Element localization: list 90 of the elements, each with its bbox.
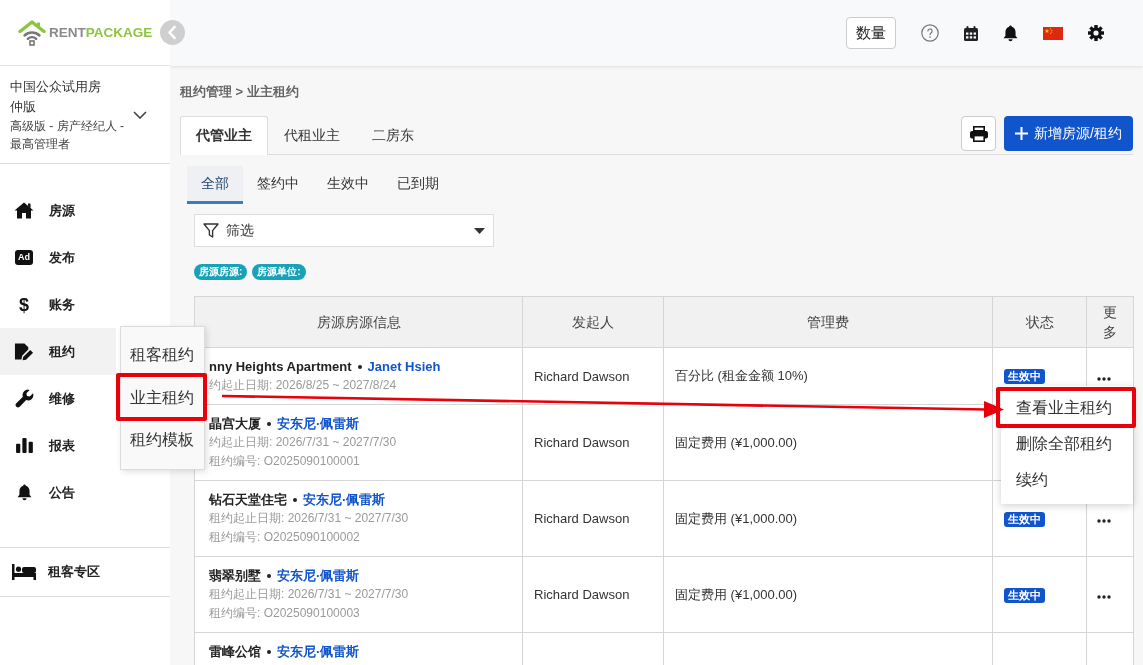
help-icon[interactable] xyxy=(921,24,939,42)
calendar-icon[interactable] xyxy=(964,25,978,41)
more-icon[interactable] xyxy=(1097,519,1111,523)
separator-dot-icon xyxy=(267,573,271,578)
new-listing-button[interactable]: 新增房源/租约 xyxy=(1004,116,1133,151)
owner-link[interactable]: 安东尼·佩雷斯 xyxy=(277,642,360,661)
chevron-down-icon[interactable] xyxy=(133,110,147,119)
more-icon[interactable] xyxy=(1097,376,1111,381)
initiator-name: Richard Dawson xyxy=(534,587,630,602)
breadcrumb: 租约管理 > 业主租约 xyxy=(180,83,300,101)
contract-number: 租约编号: O2025090100001 xyxy=(209,454,360,468)
settings-icon[interactable] xyxy=(1088,25,1104,41)
contract-number: 租约编号: O2025090100002 xyxy=(209,530,360,544)
status-tab[interactable]: 已到期 xyxy=(383,166,453,204)
sidebar-item[interactable]: 维修 xyxy=(0,375,116,422)
status-tab[interactable]: 生效中 xyxy=(313,166,383,204)
wrench-icon xyxy=(14,389,34,408)
document-pen-icon xyxy=(14,342,34,361)
sidebar-item[interactable]: $ 账务 xyxy=(0,281,116,328)
property-name: 翡翠别墅 xyxy=(209,567,261,585)
owner-link[interactable]: Janet Hsieh xyxy=(367,357,441,376)
menu-item[interactable]: 查看业主租约 xyxy=(1001,390,1133,426)
tag: 房源房源: xyxy=(194,264,248,280)
house-icon xyxy=(14,202,34,219)
status-tab[interactable]: 签约中 xyxy=(243,166,313,204)
status-badge: 生效中 xyxy=(1004,587,1045,603)
sidebar-item[interactable]: 租约 xyxy=(0,328,116,375)
property-name: 雷峰公馆 xyxy=(209,643,261,661)
bar-chart-icon xyxy=(15,438,33,453)
management-fee: 固定费用 (¥1,000.00) xyxy=(675,586,798,602)
initiator-name: Richard Dawson xyxy=(534,511,630,526)
plus-icon xyxy=(1015,127,1029,140)
tab[interactable]: 二房东 xyxy=(356,116,430,154)
column-header: 房源房源信息 xyxy=(194,296,523,348)
separator-dot-icon xyxy=(357,364,362,369)
filter-select[interactable]: 筛选 xyxy=(194,214,494,247)
print-button[interactable] xyxy=(961,116,997,151)
initiator-name: Richard Dawson xyxy=(534,368,630,384)
status-tab[interactable]: 全部 xyxy=(187,166,243,204)
lease-dates: 约起止日期: 2026/7/31 ~ 2027/7/30 xyxy=(209,435,397,449)
sidebar-item[interactable]: Ad 发布 xyxy=(0,234,116,281)
separator-dot-icon xyxy=(267,649,271,654)
property-name: 钻石天堂住宅 xyxy=(209,491,287,509)
column-header: 发起人 xyxy=(522,296,664,348)
property-name: 晶宫大厦 xyxy=(209,415,261,433)
sidebar-item[interactable]: 报表 xyxy=(0,422,116,469)
menu-item[interactable]: 续约 xyxy=(1001,462,1133,498)
dollar-icon: $ xyxy=(19,294,29,315)
column-header: 管理费 xyxy=(663,296,993,348)
house-wifi-icon xyxy=(18,19,46,46)
sidebar-item[interactable]: 公告 xyxy=(0,469,116,516)
caret-down-icon xyxy=(474,227,485,234)
status-badge: 生效中 xyxy=(1004,511,1045,527)
tab[interactable]: 代租业主 xyxy=(268,116,356,154)
menu-item[interactable]: 删除全部租约 xyxy=(1001,426,1133,462)
separator-dot-icon xyxy=(267,421,271,426)
management-fee: 固定费用 (¥1,000.00) xyxy=(675,510,798,526)
count-button[interactable]: 数量 xyxy=(846,17,896,49)
bell-icon xyxy=(16,484,32,501)
separator-dot-icon xyxy=(293,497,297,502)
submenu-item[interactable]: 租约模板 xyxy=(121,419,204,462)
property-name: nny Heights Apartment xyxy=(209,358,352,376)
lease-dates: 租约起止日期: 2026/7/31 ~ 2027/7/30 xyxy=(209,587,409,601)
tab[interactable]: 代管业主 xyxy=(180,116,268,155)
contract-number: 租约编号: O2025090100003 xyxy=(209,606,360,620)
ad-icon: Ad xyxy=(15,250,33,265)
status-badge: 生效中 xyxy=(1004,369,1045,384)
owner-link[interactable]: 安东尼·佩雷斯 xyxy=(277,414,360,433)
more-icon[interactable] xyxy=(1097,595,1111,599)
management-fee: 固定费用 (¥1,000.00) xyxy=(675,434,798,450)
column-header: 更多 xyxy=(1086,296,1134,348)
sidebar-item[interactable]: 房源 xyxy=(0,187,116,234)
filter-icon xyxy=(203,223,219,238)
bell-icon[interactable] xyxy=(1003,24,1018,42)
logo-text: RENTPACKAGE xyxy=(49,25,153,40)
column-header: 状态 xyxy=(992,296,1087,348)
account-name: 中国公众试用房仲版 xyxy=(10,77,102,116)
sidebar-item[interactable]: 租客专区 xyxy=(0,547,170,597)
lease-dates: 约起止日期: 2026/8/25 ~ 2027/8/24 xyxy=(209,378,397,392)
tag: 房源单位: xyxy=(252,264,306,280)
flag-icon[interactable] xyxy=(1043,26,1063,40)
initiator-name: Richard Dawson xyxy=(534,435,630,450)
lease-dates: 租约起止日期: 2026/7/31 ~ 2027/7/30 xyxy=(209,511,409,525)
owner-link[interactable]: 安东尼·佩雷斯 xyxy=(303,490,386,509)
account-role: 高级版 - 房产经纪人 - 最高管理者 xyxy=(10,117,124,153)
owner-link[interactable]: 安东尼·佩雷斯 xyxy=(277,566,360,585)
submenu-item[interactable]: 业主租约 xyxy=(121,376,204,419)
management-fee: 百分比 (租金金额 10%) xyxy=(675,368,808,383)
printer-icon xyxy=(969,125,988,142)
bed-icon xyxy=(12,564,36,580)
